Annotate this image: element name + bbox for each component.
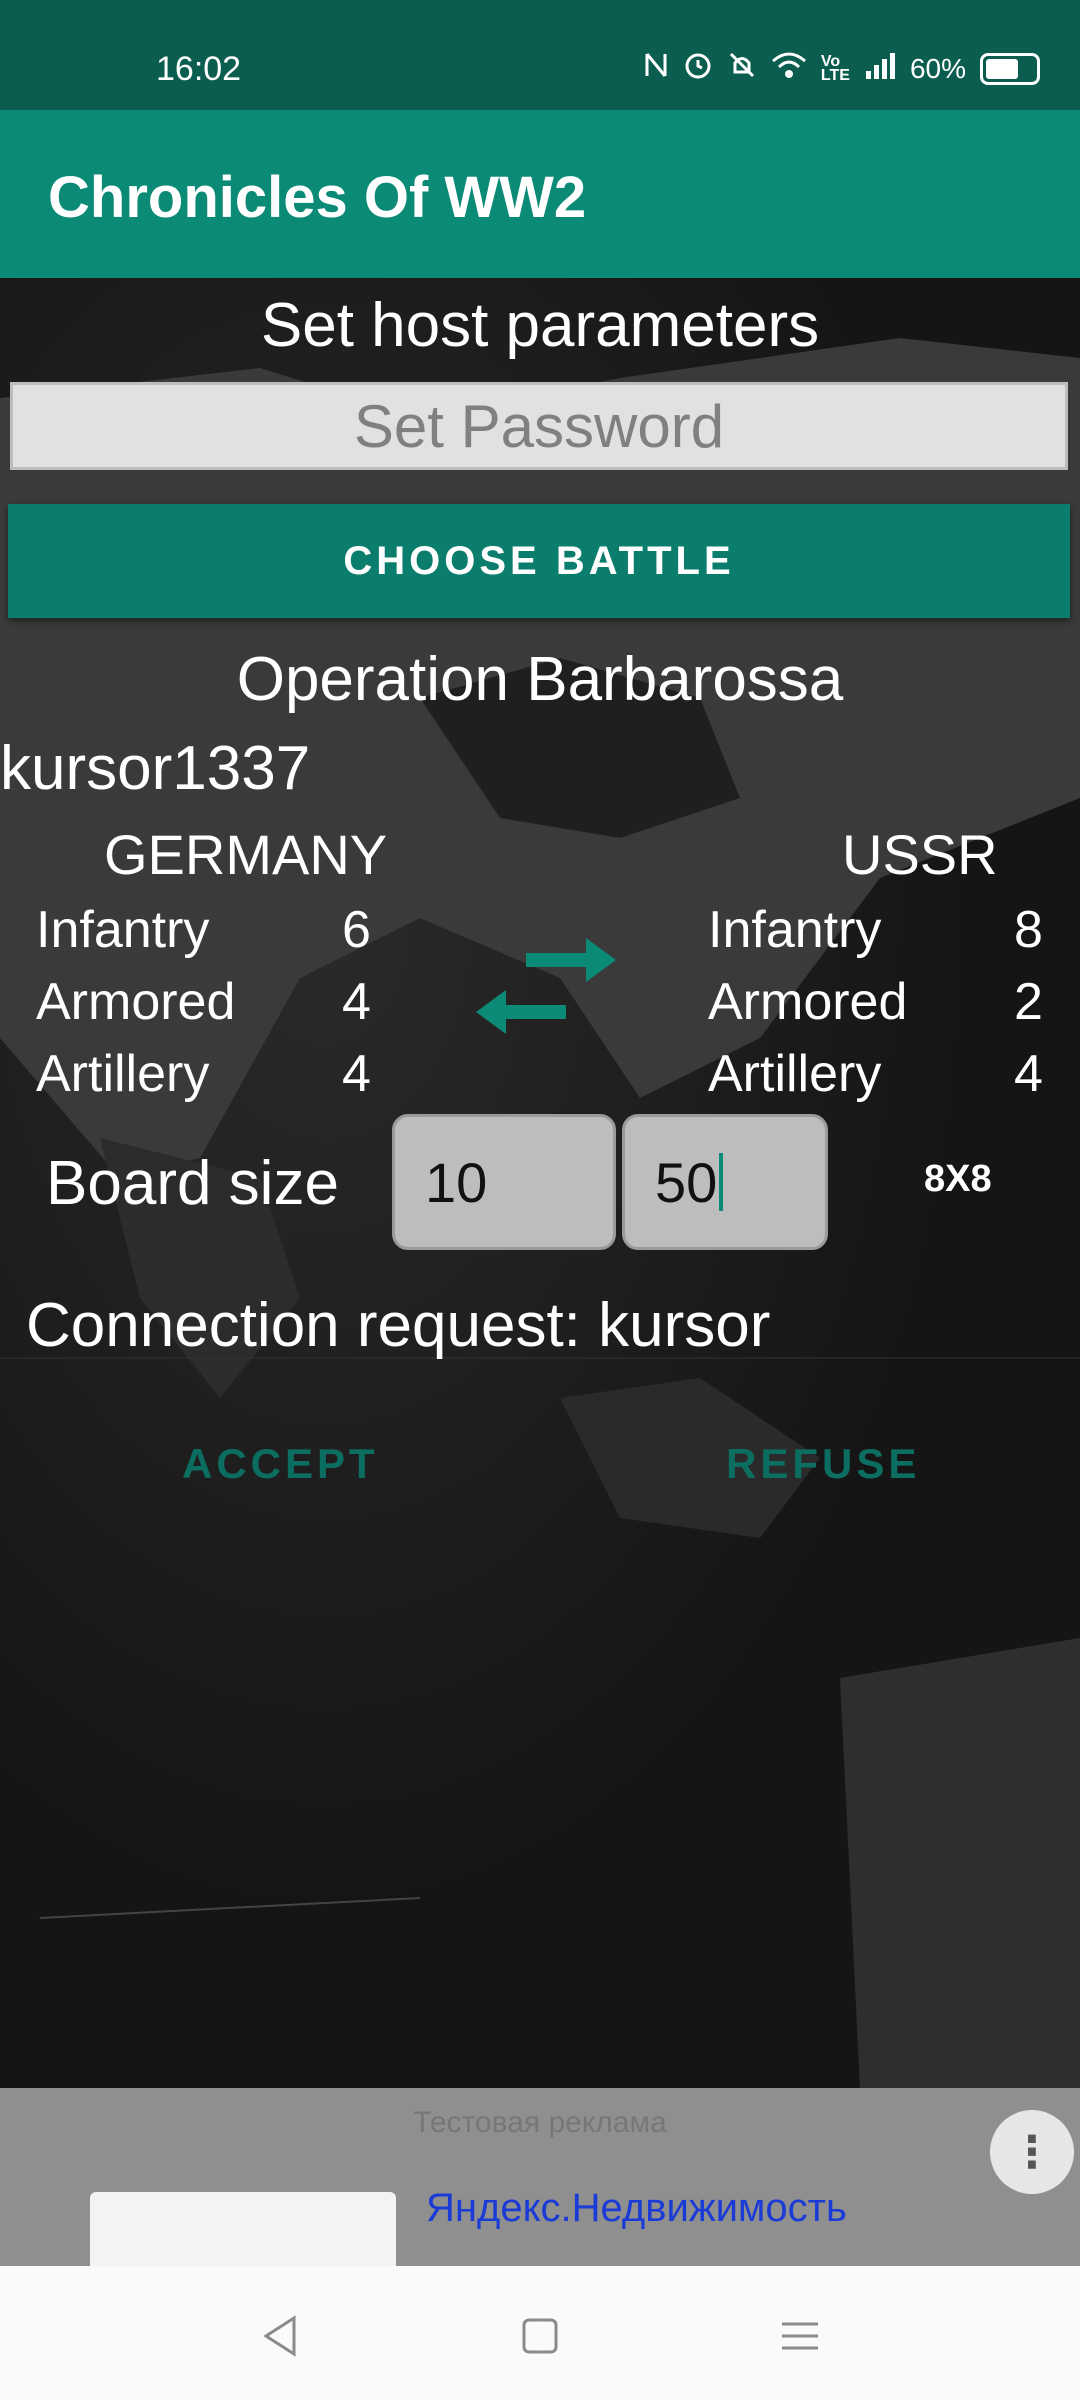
wifi-icon [771,51,807,86]
battery-percent: 60% [909,52,966,84]
nfc-icon [643,50,669,87]
system-nav-bar [0,2266,1080,2400]
volte-icon: Vo LTE [820,52,850,84]
recents-menu-icon[interactable] [770,2306,830,2366]
ad-image[interactable] [90,2192,396,2266]
connection-request-text: Connection request: kursor [26,1291,771,1360]
accept-button[interactable]: ACCEPT [182,1440,379,1488]
status-time: 16:02 [156,50,242,88]
left-unit-value: 4 [342,1045,371,1103]
signal-icon [864,51,896,86]
left-unit-label: Artillery [36,1045,210,1103]
more-options-icon[interactable]: ⋮ [990,2110,1074,2194]
right-unit-value: 2 [1014,973,1043,1031]
host-params-heading: Set host parameters [260,291,820,360]
host-screen: Set host parameters Set Password CHOOSE … [0,278,1080,2088]
home-icon[interactable] [510,2306,570,2366]
left-unit-value: 6 [342,901,371,959]
right-unit-value: 8 [1014,901,1043,959]
ad-banner[interactable]: Тестовая реклама Яндекс.Недвижимость ⋮ [0,2088,1080,2266]
board-size-label: Board size [46,1149,339,1218]
right-unit-value: 4 [1014,1045,1043,1103]
ad-link[interactable]: Яндекс.Недвижимость [426,2186,847,2231]
board-width-input[interactable]: 10 [392,1114,616,1250]
app-title: Chronicles Of WW2 [48,165,587,230]
battery-icon [980,52,1040,85]
host-name: kursor1337 [0,734,311,803]
password-input[interactable]: Set Password [10,382,1068,470]
board-size-result: 8X8 [924,1158,992,1200]
left-unit-label: Infantry [36,901,210,959]
refuse-button[interactable]: REFUSE [726,1440,920,1488]
right-unit-label: Armored [708,973,908,1031]
mute-icon [727,50,757,87]
app-bar: Chronicles Of WW2 [0,110,1080,278]
board-height-input[interactable]: 50 [622,1114,828,1250]
battle-name: Operation Barbarossa [236,645,844,714]
left-unit-value: 4 [342,973,371,1031]
right-unit-label: Infantry [708,901,882,959]
choose-battle-button[interactable]: CHOOSE BATTLE [8,504,1070,618]
side-right-name: USSR [842,823,998,886]
ad-label: Тестовая реклама [413,2106,667,2139]
swap-arrows-icon[interactable] [466,932,626,1042]
left-unit-label: Armored [36,973,236,1031]
back-icon[interactable] [250,2306,310,2366]
board-height-value: 50 [655,1150,718,1214]
status-bar: 16:02 Vo LTE 60% [0,0,1080,110]
status-icons: Vo LTE 60% [643,50,1040,87]
text-cursor [719,1153,724,1211]
alarm-icon [683,50,713,87]
board-width-value: 10 [425,1150,488,1214]
right-unit-label: Artillery [708,1045,882,1103]
side-left-name: GERMANY [104,823,388,886]
